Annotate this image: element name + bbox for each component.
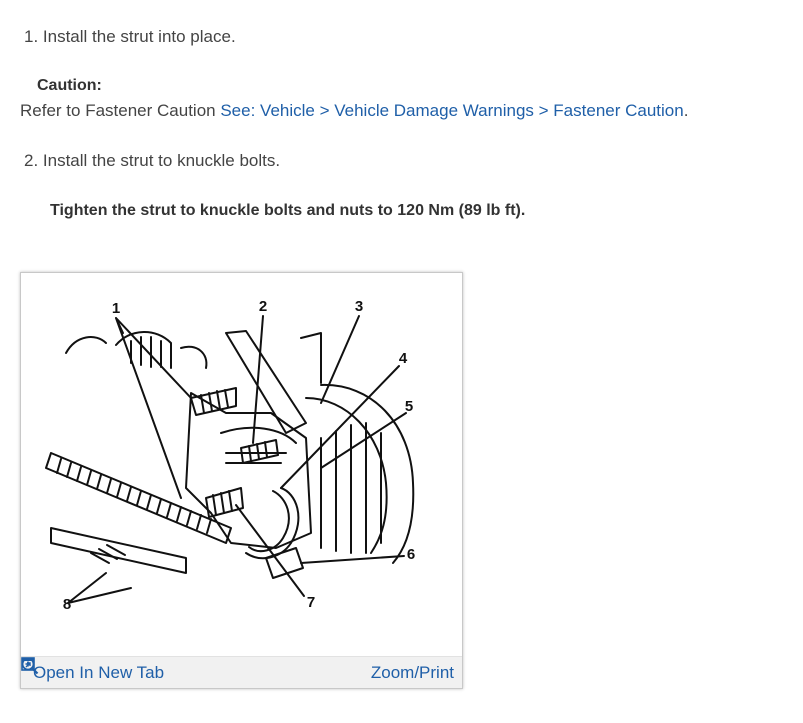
step-2: 2. Install the strut to knuckle bolts. [24, 151, 281, 170]
callout-6: 6 [407, 546, 415, 563]
open-in-new-tab-button[interactable]: Open In New Tab [21, 657, 165, 683]
callout-5: 5 [405, 398, 413, 415]
callout-3: 3 [355, 298, 363, 315]
strut-knuckle-illustration[interactable]: 1 2 3 4 5 6 7 8 [21, 273, 462, 656]
callout-4: 4 [399, 350, 408, 367]
step-1: 1. Install the strut into place. [24, 27, 236, 46]
caution-period: . [683, 101, 689, 120]
fastener-caution-link[interactable]: See: Vehicle > Vehicle Damage Warnings >… [220, 101, 683, 120]
zoom-print-label: Zoom/Print [370, 662, 454, 682]
zoom-print-button[interactable]: Zoom/Print [21, 657, 454, 683]
callout-1: 1 [112, 300, 120, 317]
callout-8: 8 [63, 596, 71, 613]
caution-body: Refer to Fastener Caution [20, 101, 216, 120]
open-in-new-tab-label: Open In New Tab [33, 662, 165, 682]
caution-text: Refer to Fastener Caution See: Vehicle >… [20, 101, 688, 121]
caution-label: Caution: [37, 77, 102, 94]
torque-spec: Tighten the strut to knuckle bolts and n… [50, 202, 526, 219]
figure-toolbar: Open In New Tab Zoom/Print [21, 656, 462, 688]
figure-panel: 1 2 3 4 5 6 7 8 Open In New Tab Zoom/Print [20, 272, 463, 689]
callout-2: 2 [259, 298, 267, 315]
zoom-in-icon [21, 657, 39, 675]
callout-7: 7 [307, 594, 315, 611]
